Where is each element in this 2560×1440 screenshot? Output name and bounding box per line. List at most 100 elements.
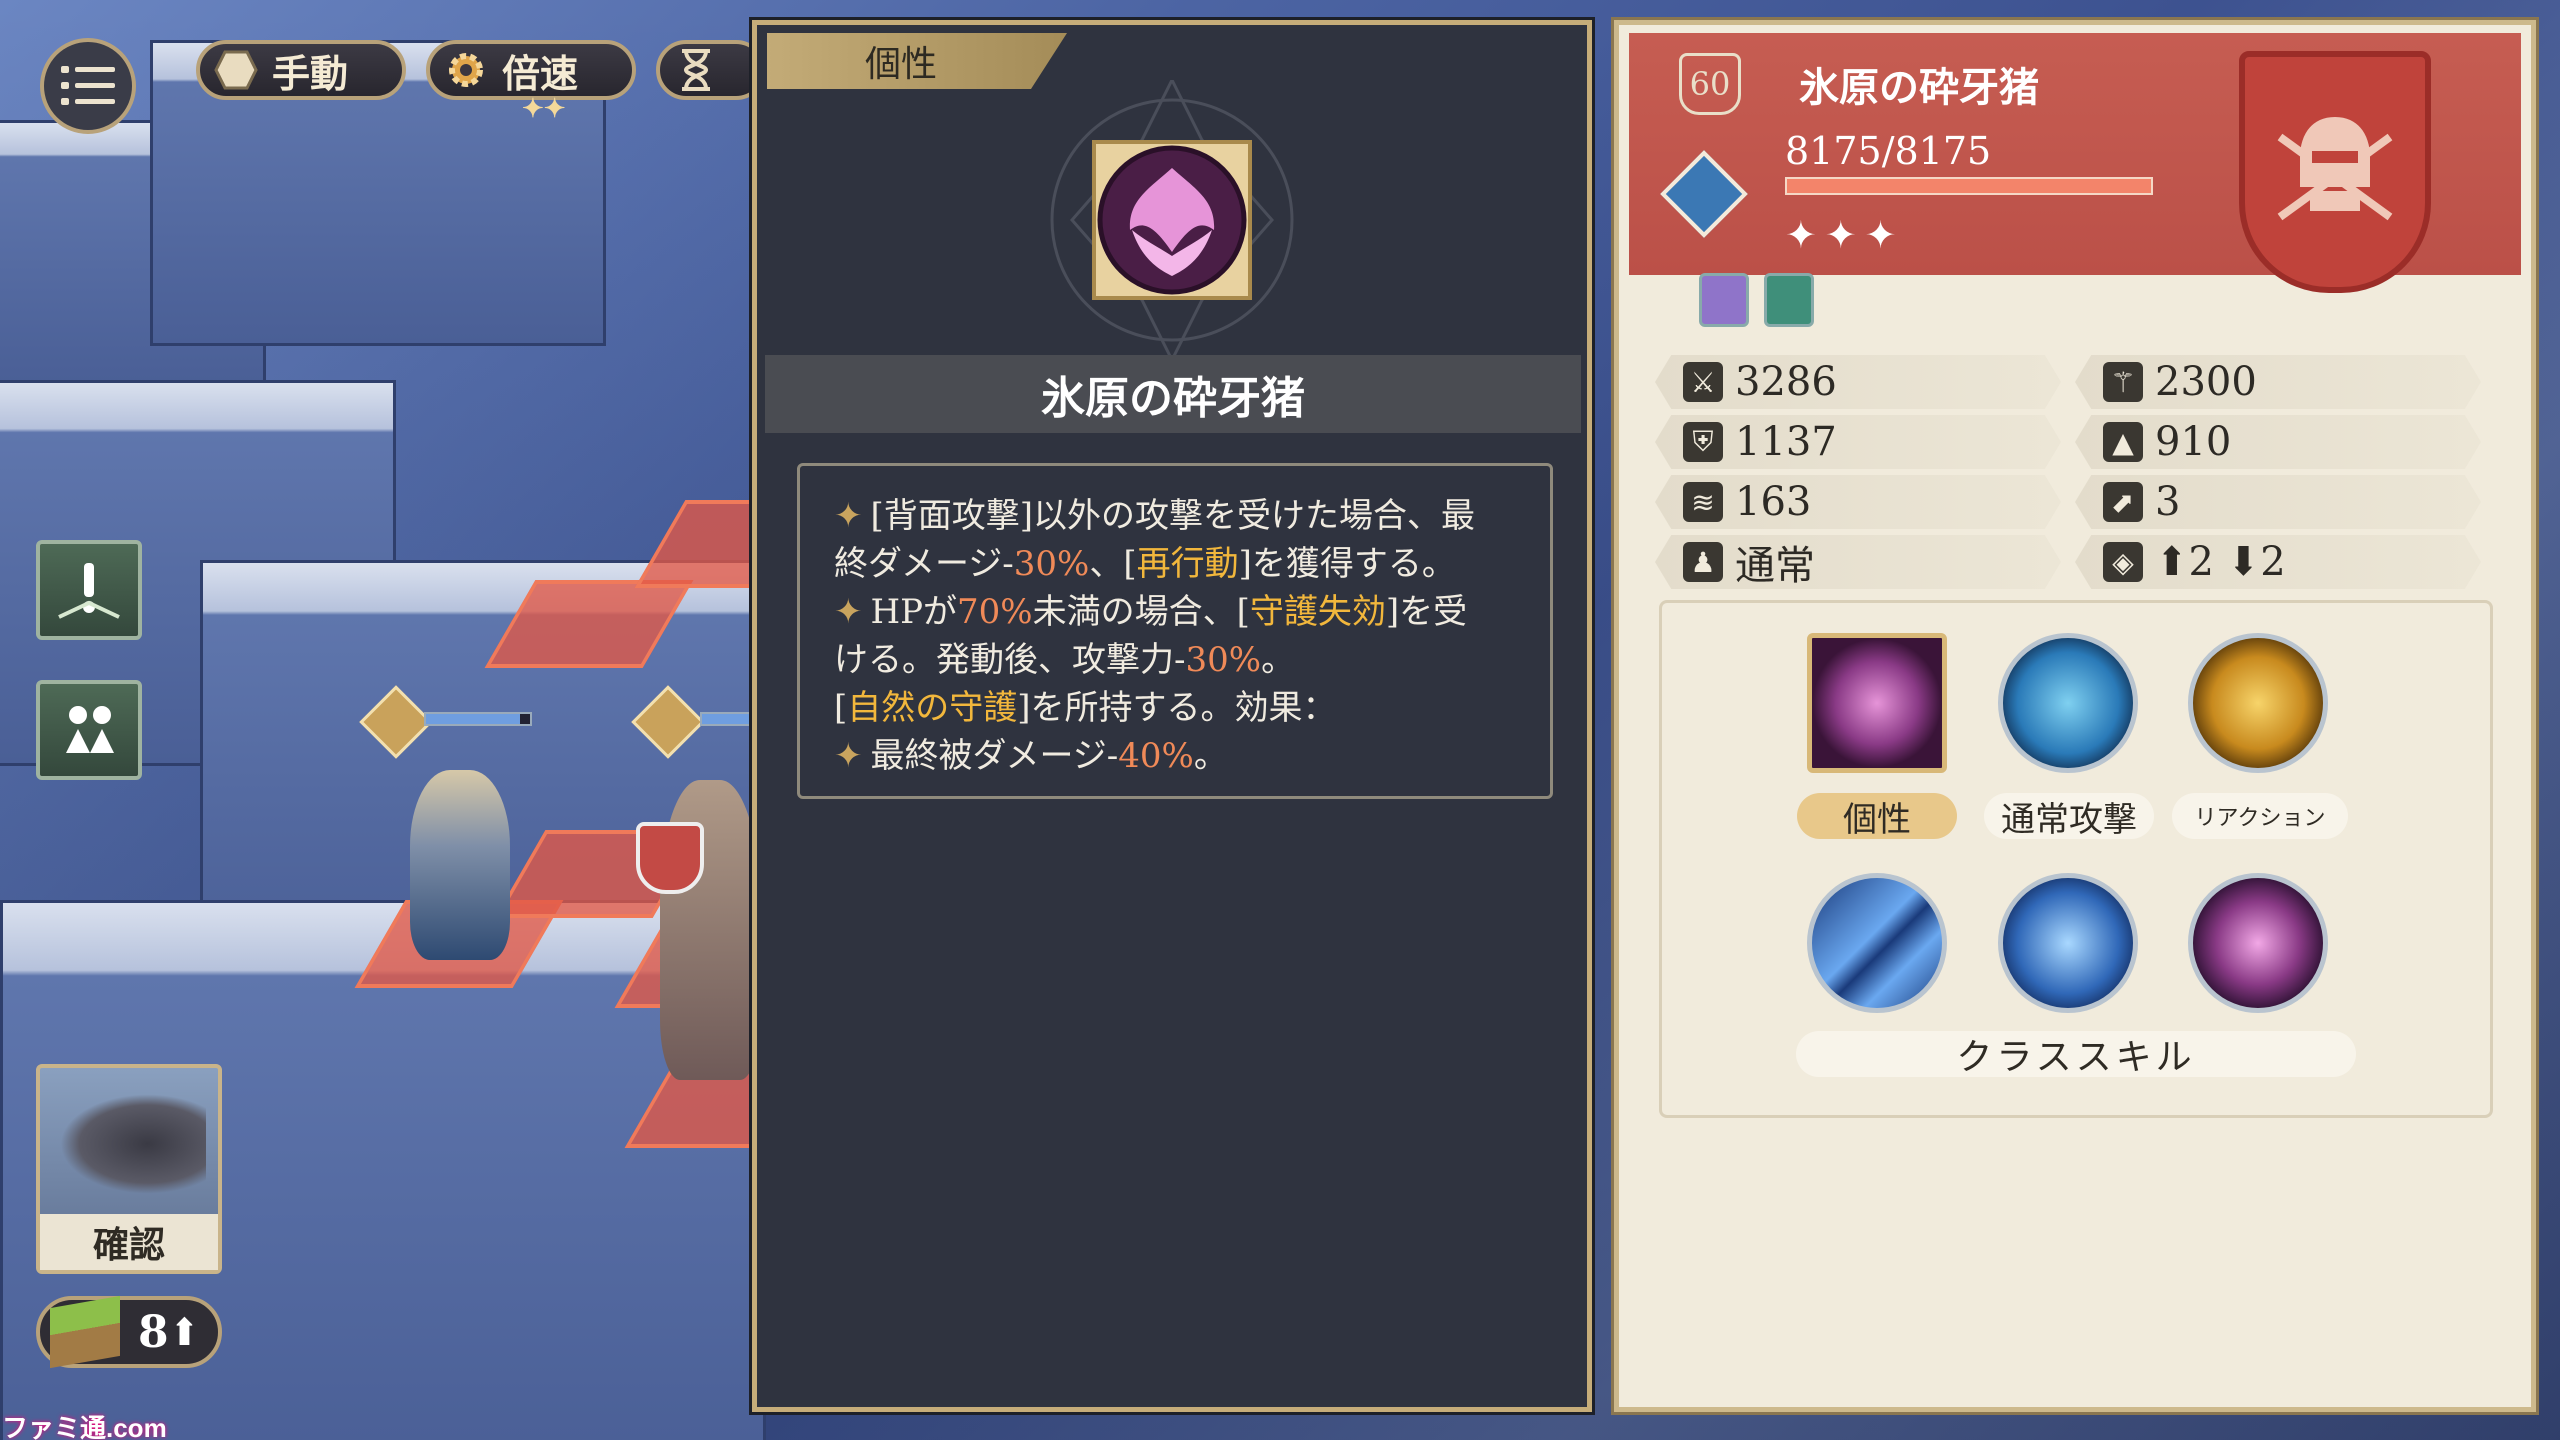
unit-name: 氷原の砕牙猪 — [1799, 64, 2039, 111]
shield-buff-icon[interactable] — [1699, 273, 1749, 327]
stat-defense-value: 1137 — [1735, 419, 1837, 465]
ally-unit-sprite[interactable] — [410, 770, 510, 960]
stat-evasion: ≋ 163 — [1655, 475, 2061, 529]
manual-mode-label: 手動 — [272, 50, 349, 96]
desc-text: ]を受 — [1385, 592, 1468, 632]
stat-evasion-value: 163 — [1735, 479, 1812, 525]
unit-order-icon — [66, 706, 114, 753]
reaction-skill-icon[interactable] — [2188, 633, 2328, 773]
desc-line-4: ける。発動後、攻撃力-30%。 — [834, 636, 1516, 684]
hexagon-icon — [214, 48, 258, 92]
desc-value: 40% — [1118, 736, 1194, 776]
hp-bar — [1785, 177, 2153, 195]
wing-icon: ≋ — [1683, 482, 1723, 522]
terrain-height-indicator: 8 ⬆ — [36, 1295, 222, 1369]
class-skill-3-icon[interactable] — [2188, 873, 2328, 1013]
skills-box: 個性 通常攻撃 リアクション クラススキル — [1659, 600, 2493, 1118]
enemy-portrait-card[interactable]: 確認 — [36, 1064, 222, 1274]
stat-magic: ⚚ 2300 — [2075, 355, 2481, 409]
desc-text: ける。発動後、攻撃力- — [834, 640, 1186, 680]
alert-button[interactable] — [36, 540, 142, 640]
desc-line-1: ✦ [背面攻撃]以外の攻撃を受けた場合、最 — [834, 492, 1516, 540]
enemy-faction-crest-icon — [2239, 51, 2431, 293]
speed-label: 倍速 — [502, 50, 579, 96]
element-diamond-icon — [1660, 150, 1748, 238]
trait-tab-label: 個性 — [865, 44, 938, 85]
normal-attack-icon[interactable] — [1998, 633, 2138, 773]
up-arrow-icon: ⬆ — [168, 1310, 201, 1354]
desc-line-3: ✦ HPが70%未満の場合、[守護失効]を受 — [834, 588, 1516, 636]
grass-block-icon — [50, 1295, 120, 1369]
boar-portrait-icon — [60, 1094, 206, 1194]
terrain-height-value: 8 — [138, 1306, 169, 1358]
unit-type-icon: ♟ — [1683, 542, 1723, 582]
shield-up-buff-icon[interactable] — [1764, 273, 1815, 327]
speed-button[interactable]: 倍速 ✦✦ — [426, 40, 636, 124]
desc-text: 終ダメージ- — [834, 544, 1014, 584]
shield-icon: ⛨ — [1683, 422, 1723, 462]
desc-text: [背面攻撃]以外の攻撃を受けた場合、最 — [870, 496, 1476, 536]
trait-description: ✦ [背面攻撃]以外の攻撃を受けた場合、最 終ダメージ-30%、[再行動]を獲得す… — [797, 463, 1553, 799]
reaction-skill-label: リアクション — [2172, 793, 2348, 839]
class-skill-2-icon[interactable] — [1998, 873, 2138, 1013]
unit-header: 60 氷原の砕牙猪 8175/8175 ✦✦✦ — [1629, 33, 2521, 293]
stat-attack-value: 3286 — [1735, 359, 1837, 405]
class-skill-label: クラススキル — [1796, 1031, 2356, 1078]
list-menu-icon — [61, 66, 115, 105]
exclamation-icon — [58, 563, 120, 619]
desc-keyword: 再行動 — [1136, 544, 1239, 584]
desc-text: 。 — [1261, 640, 1296, 680]
sparkle-bullet-icon: ✦ — [834, 496, 863, 536]
hp-bar-fill — [1787, 179, 2151, 193]
trait-emblem-icon — [1050, 80, 1294, 360]
desc-keyword: 自然の守護 — [847, 688, 1018, 728]
stat-move-value: 3 — [2155, 479, 2181, 525]
ally-hp-bar — [424, 712, 532, 726]
hourglass-button[interactable] — [656, 40, 766, 100]
wizard-hat-icon: ▲ — [2103, 422, 2143, 462]
desc-text: ]を獲得する。 — [1238, 544, 1456, 584]
unit-info-panel: 60 氷原の砕牙猪 8175/8175 ✦✦✦ ⚔ 3286 ⚚ 2300 ⛨ 113… — [1611, 17, 2539, 1415]
enemy-class-badge — [636, 822, 704, 894]
status-effects — [1699, 273, 1824, 331]
class-skill-1-icon[interactable] — [1807, 873, 1947, 1013]
desc-keyword: 守護失効 — [1249, 592, 1386, 632]
desc-line-5: [自然の守護]を所持する。効果： — [834, 684, 1516, 732]
stat-jump: ◈ ⬆2 ⬇2 — [2075, 535, 2481, 589]
desc-text: 、[ — [1089, 544, 1137, 584]
stat-jump-value: ⬆2 ⬇2 — [2155, 539, 2286, 585]
trait-title: 氷原の砕牙猪 — [765, 355, 1581, 433]
watermark: ファミ通.com — [2, 1413, 167, 1440]
stat-type-value: 通常 — [1735, 543, 1815, 589]
rank-stars: ✦✦✦ — [1785, 213, 1905, 257]
desc-text: HPが — [870, 592, 958, 632]
desc-text: 最終被ダメージ- — [870, 736, 1119, 776]
stat-move: ⬈ 3 — [2075, 475, 2481, 529]
hp-text: 8175/8175 — [1785, 129, 1992, 173]
stat-resistance: ▲ 910 — [2075, 415, 2481, 469]
speed-stars: ✦✦ — [522, 94, 566, 124]
desc-text: [ — [834, 688, 848, 728]
stat-resistance-value: 910 — [2155, 419, 2232, 465]
sparkle-bullet-icon: ✦ — [834, 736, 863, 776]
trait-skill-icon[interactable] — [1807, 633, 1947, 773]
sparkle-bullet-icon: ✦ — [834, 592, 863, 632]
desc-value: 30% — [1013, 544, 1090, 584]
desc-line-6: ✦ 最終被ダメージ-40%。 — [834, 732, 1516, 780]
stat-magic-value: 2300 — [2155, 359, 2257, 405]
stat-attack: ⚔ 3286 — [1655, 355, 2061, 409]
boot-icon: ⬈ — [2103, 482, 2143, 522]
trait-tab[interactable]: 個性 — [767, 33, 1067, 89]
menu-button[interactable] — [40, 38, 136, 134]
manual-mode-button[interactable]: 手動 — [196, 40, 406, 100]
unit-order-button[interactable] — [36, 680, 142, 780]
hourglass-icon — [674, 48, 718, 92]
desc-text: 。 — [1193, 736, 1228, 776]
stat-defense: ⛨ 1137 — [1655, 415, 2061, 469]
normal-attack-label: 通常攻撃 — [1984, 793, 2154, 840]
trait-detail-panel: 個性 氷原の砕牙猪 ✦ [背面攻撃]以外の攻撃を受けた場合、最 終ダメージ-30%… — [749, 17, 1595, 1415]
enemy-hp-bar — [700, 712, 756, 726]
desc-value: 70% — [957, 592, 1033, 632]
level-badge: 60 — [1679, 53, 1741, 115]
staff-icon: ⚚ — [2103, 362, 2143, 402]
